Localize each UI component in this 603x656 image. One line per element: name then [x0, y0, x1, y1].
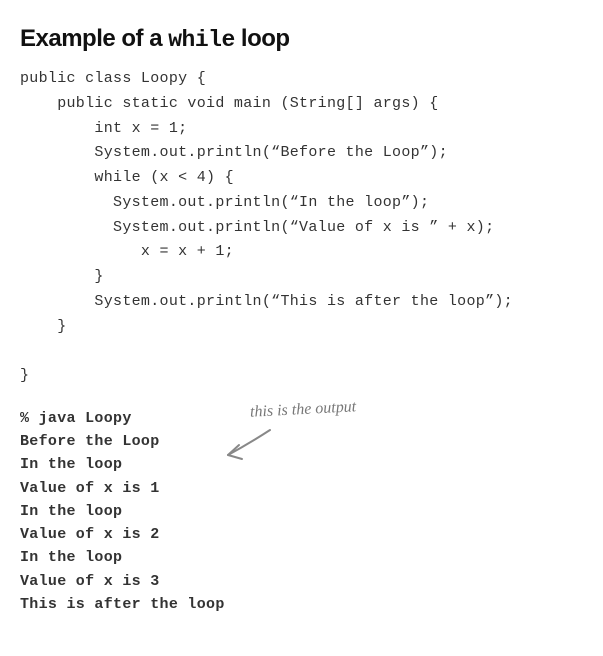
title-keyword: while [168, 27, 235, 53]
page-title: Example of a while loop [20, 25, 583, 53]
title-prefix: Example of a [20, 25, 168, 52]
code-block: public class Loopy { public static void … [20, 67, 583, 389]
title-suffix: loop [235, 25, 290, 52]
output-block: % java Loopy Before the Loop In the loop… [20, 407, 583, 616]
output-container: this is the output % java Loopy Before t… [20, 407, 583, 616]
